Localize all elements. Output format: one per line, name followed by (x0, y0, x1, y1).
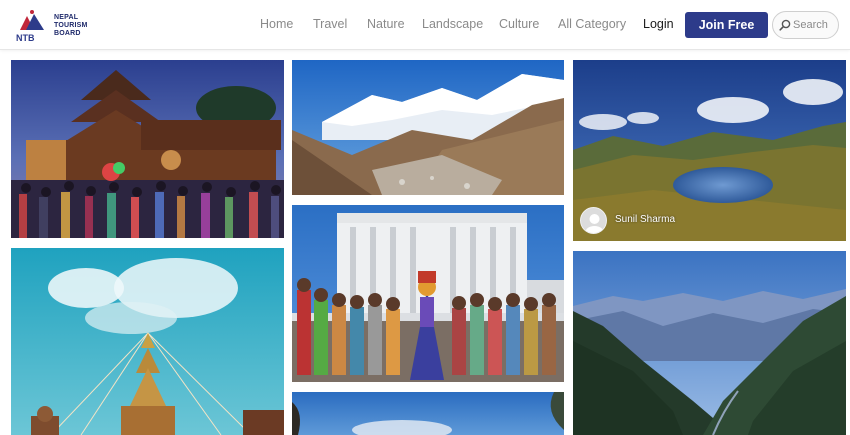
photo-mountain-lake[interactable]: Sunil Sharma (573, 60, 846, 241)
nav-landscape[interactable]: Landscape (422, 17, 483, 31)
photo-mountain-lake-image (573, 60, 846, 241)
photo-stupa-image (11, 248, 284, 435)
user-avatar-icon (585, 214, 604, 233)
photo-snow-mountains-image (292, 60, 564, 195)
nav-nature[interactable]: Nature (367, 17, 405, 31)
logo-text: NEPAL TOURISM BOARD (54, 14, 88, 37)
login-link[interactable]: Login (643, 17, 674, 31)
nav-culture[interactable]: Culture (499, 17, 539, 31)
photo-mountain-range-image (573, 251, 846, 435)
top-navbar: NTB NEPAL TOURISM BOARD Home Travel Natu… (0, 0, 850, 50)
photo-temple-festival[interactable] (11, 60, 284, 238)
author-name[interactable]: Sunil Sharma (615, 214, 675, 225)
photo-snow-mountains[interactable] (292, 60, 564, 195)
photo-mountain-range[interactable] (573, 251, 846, 435)
nav-home[interactable]: Home (260, 17, 293, 31)
photo-sky-partial[interactable] (292, 392, 564, 435)
join-free-button[interactable]: Join Free (685, 12, 768, 38)
nepal-tourism-board-logo[interactable]: NTB NEPAL TOURISM BOARD (14, 8, 94, 46)
svg-text:NTB: NTB (16, 33, 35, 43)
search-box[interactable] (772, 11, 839, 39)
search-icon (779, 19, 791, 31)
photo-temple-festival-image (11, 60, 284, 238)
photo-palace-dancer[interactable] (292, 205, 564, 382)
photo-stupa[interactable] (11, 248, 284, 435)
nav-all-category[interactable]: All Category (558, 17, 626, 31)
photo-palace-dancer-image (292, 205, 564, 382)
author-avatar[interactable] (580, 207, 607, 234)
search-input[interactable] (793, 17, 837, 33)
nav-travel[interactable]: Travel (313, 17, 347, 31)
logo-mark-icon: NTB (16, 10, 44, 43)
photo-sky-partial-image (292, 392, 564, 435)
